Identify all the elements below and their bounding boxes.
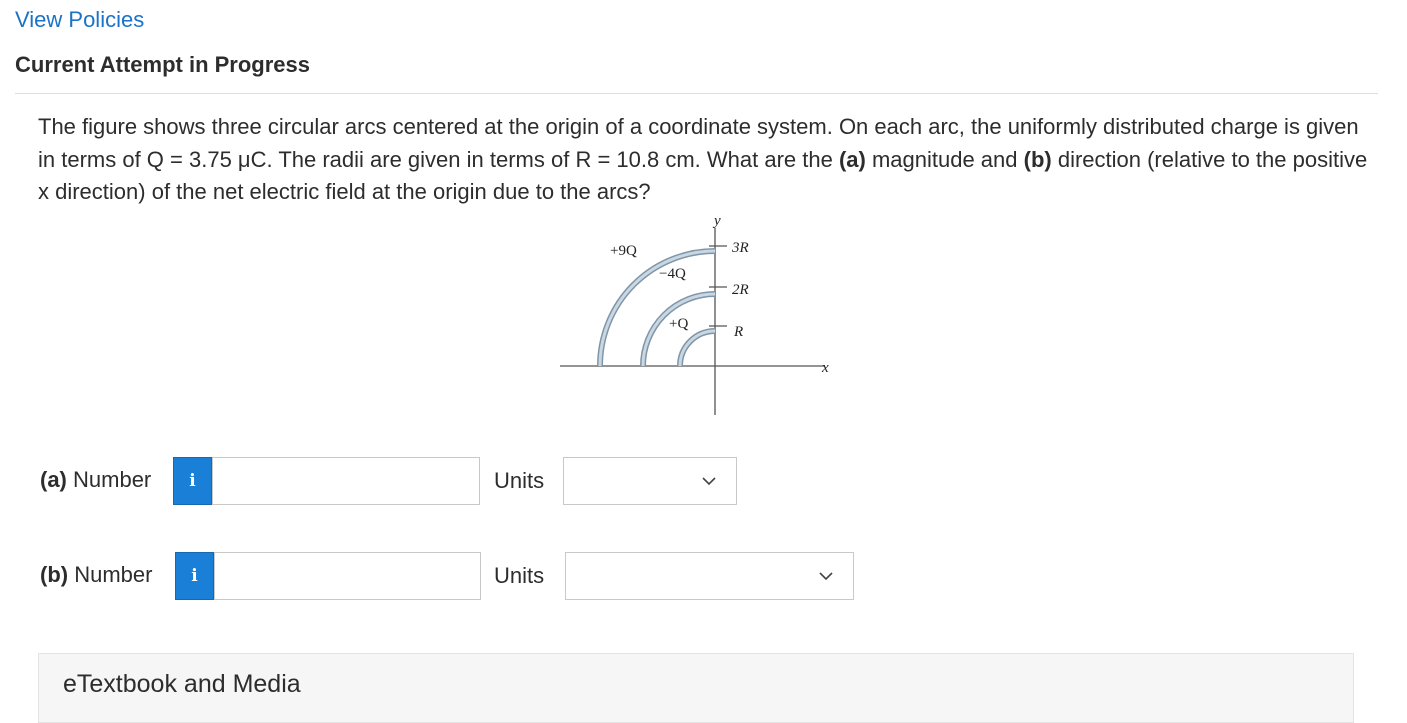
part-a-label-text: Number [66, 467, 152, 492]
part-a-marker: (a) [838, 146, 866, 172]
part-b-label-marker: (b) [40, 562, 69, 587]
part-b-number-input[interactable] [214, 552, 481, 600]
part-a-units-label: Units [494, 468, 545, 493]
part-a-label: (a) Number [40, 467, 151, 493]
part-b-units-select[interactable] [565, 552, 854, 600]
chevron-down-icon [819, 572, 833, 581]
part-b-info-icon[interactable]: i [175, 552, 214, 600]
part-b-units-label: Units [494, 563, 545, 588]
part-a-number-input[interactable] [212, 457, 480, 505]
header-divider [15, 93, 1378, 94]
radius-inner-label: R [733, 324, 743, 340]
y-axis-label: y [712, 213, 721, 229]
part-b-marker: (b) [1023, 146, 1052, 172]
arc-inner-highlight [678, 329, 716, 367]
x-axis-label: x [821, 360, 829, 376]
arc-outer [597, 248, 716, 367]
part-b-label-text: Number [68, 562, 153, 587]
part-b-label: (b) Number [40, 562, 152, 588]
arcs-diagram: y x +9Q −4Q +Q 3R 2R R [560, 213, 829, 415]
part-a-units-select[interactable] [563, 457, 737, 505]
attempt-heading: Current Attempt in Progress [15, 52, 311, 77]
charge-inner-label: +Q [669, 316, 688, 332]
charge-outer-label: +9Q [610, 243, 637, 259]
charge-middle-label: −4Q [659, 266, 686, 282]
question-text-part-2: magnitude and [865, 146, 1024, 172]
radius-outer-label: 3R [731, 240, 749, 256]
part-a-info-icon[interactable]: i [173, 457, 212, 505]
arcs-figure: y x +9Q −4Q +Q 3R 2R R [555, 210, 845, 420]
etextbook-media-title: eTextbook and Media [63, 670, 301, 698]
part-a-label-marker: (a) [40, 467, 67, 492]
radius-middle-label: 2R [732, 282, 749, 298]
chevron-down-icon [702, 477, 716, 486]
view-policies-link[interactable]: View Policies [15, 7, 144, 33]
question-text: The figure shows three circular arcs cen… [38, 111, 1368, 209]
